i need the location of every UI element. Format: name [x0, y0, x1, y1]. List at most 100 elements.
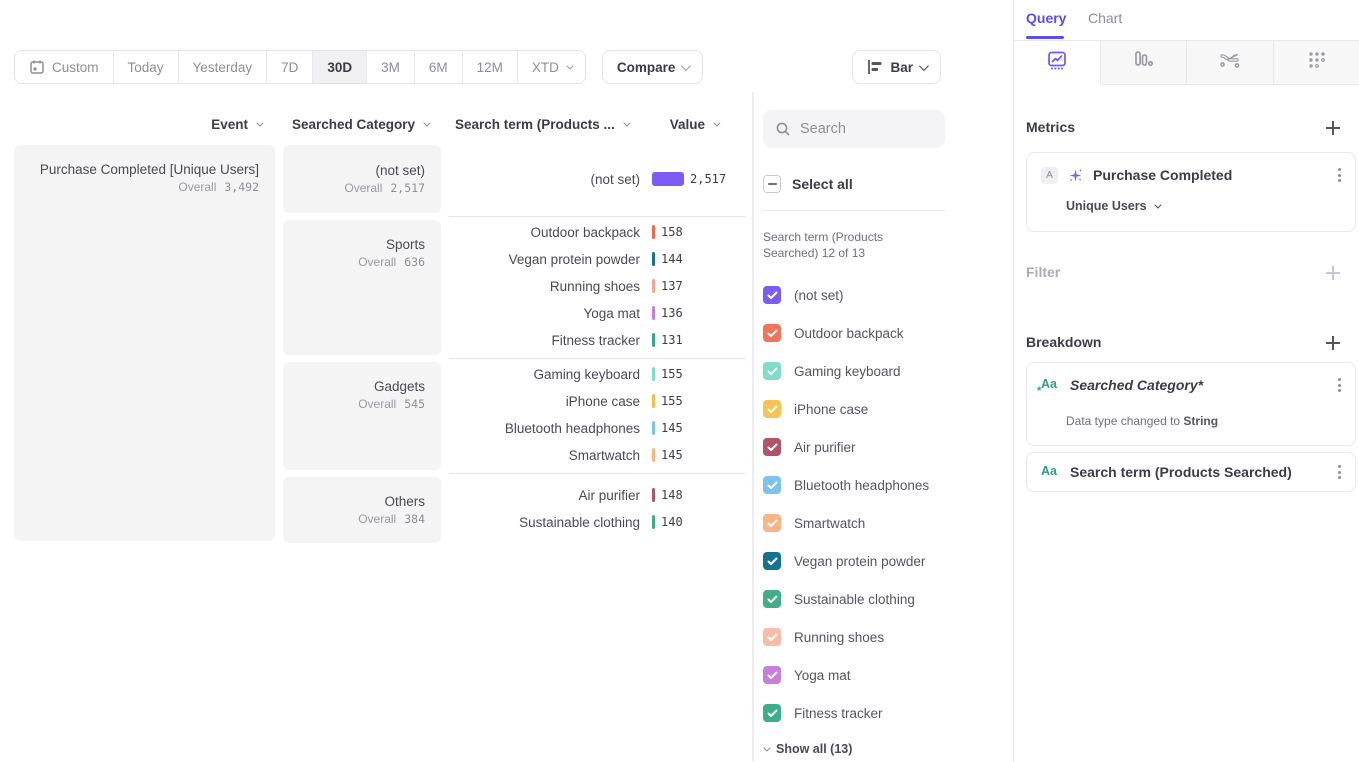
table-row[interactable]: (not set) 2,517: [449, 166, 745, 193]
legend-divider: [763, 210, 945, 211]
report-tab-flows[interactable]: [1187, 41, 1274, 85]
add-metric-button[interactable]: [1325, 120, 1341, 136]
date-range-today[interactable]: Today: [114, 51, 179, 83]
metric-measure-dropdown[interactable]: Unique Users: [1066, 199, 1159, 213]
report-tab-retention[interactable]: [1274, 41, 1359, 85]
kebab-menu-icon[interactable]: [1336, 463, 1343, 481]
search-input[interactable]: Search: [763, 110, 945, 148]
table-row[interactable]: Gaming keyboard 155: [449, 361, 745, 388]
tab-chart[interactable]: Chart: [1088, 10, 1122, 26]
select-all-checkbox[interactable]: Select all: [763, 175, 1005, 193]
category-card[interactable]: Sports Overall636: [283, 220, 441, 355]
value-text: 136: [661, 306, 683, 320]
column-header-term[interactable]: Search term (Products ...: [455, 117, 628, 132]
legend-item-checkbox[interactable]: Outdoor backpack: [763, 314, 1005, 352]
retention-icon: [1305, 48, 1329, 77]
value-bar: [652, 306, 655, 320]
report-tab-insights[interactable]: [1014, 41, 1101, 85]
value-bar: [652, 515, 655, 529]
report-type-tabs: [1014, 41, 1359, 85]
breakdown-name: Searched Category*: [1070, 377, 1327, 393]
value-text: 158: [661, 225, 683, 239]
column-header-value[interactable]: Value: [640, 117, 718, 132]
date-range-yesterday[interactable]: Yesterday: [179, 51, 268, 83]
value-bar: [652, 394, 655, 408]
category-card[interactable]: Gadgets Overall545: [283, 362, 441, 470]
legend-item-checkbox[interactable]: Sustainable clothing: [763, 580, 1005, 618]
table-row[interactable]: Outdoor backpack 158: [449, 219, 745, 246]
report-tab-funnels[interactable]: [1101, 41, 1188, 85]
legend-item-checkbox[interactable]: Bluetooth headphones: [763, 466, 1005, 504]
tab-query[interactable]: Query: [1026, 10, 1066, 26]
date-range-30d[interactable]: 30D: [313, 51, 367, 83]
value-text: 148: [661, 488, 683, 502]
legend-item-checkbox[interactable]: Air purifier: [763, 428, 1005, 466]
kebab-menu-icon[interactable]: [1336, 166, 1343, 184]
event-card[interactable]: Purchase Completed [Unique Users] Overal…: [14, 145, 275, 541]
checkbox-icon: [763, 362, 781, 380]
breakdown-card[interactable]: Aa Search term (Products Searched): [1026, 452, 1356, 492]
table-row[interactable]: iPhone case 155: [449, 388, 745, 415]
category-card[interactable]: Others Overall384: [283, 477, 441, 543]
chevron-down-icon: [919, 61, 929, 71]
metrics-heading: Metrics: [1026, 119, 1075, 135]
date-range-7d[interactable]: 7D: [267, 51, 313, 83]
legend-item-checkbox[interactable]: Smartwatch: [763, 504, 1005, 542]
compare-button[interactable]: Compare: [602, 50, 704, 84]
table-row[interactable]: Running shoes 137: [449, 273, 745, 300]
column-header-category[interactable]: Searched Category: [283, 117, 428, 132]
breakdown-card[interactable]: Aa* Searched Category* Data type changed…: [1026, 362, 1356, 446]
add-breakdown-button[interactable]: [1325, 335, 1341, 351]
table-row[interactable]: Fitness tracker 131: [449, 327, 745, 354]
value-bar: [652, 367, 655, 381]
chart-type-button[interactable]: Bar: [852, 50, 941, 84]
report-canvas: CustomTodayYesterday7D30D3M6M12MXTD Comp…: [0, 0, 1013, 762]
category-card[interactable]: (not set) Overall2,517: [283, 145, 441, 213]
add-filter-button[interactable]: [1325, 265, 1341, 281]
show-all-button[interactable]: Show all (13): [763, 742, 1005, 756]
legend-item-checkbox[interactable]: Running shoes: [763, 618, 1005, 656]
event-overall: Overall3,492: [30, 180, 259, 194]
kebab-menu-icon[interactable]: [1336, 376, 1343, 394]
search-placeholder: Search: [800, 121, 846, 137]
legend-item-checkbox[interactable]: (not set): [763, 276, 1005, 314]
chevron-down-icon: [256, 120, 263, 127]
table-row[interactable]: Vegan protein powder 144: [449, 246, 745, 273]
date-range-xtd[interactable]: XTD: [518, 51, 585, 83]
legend-item-checkbox[interactable]: Vegan protein powder: [763, 542, 1005, 580]
column-header-event[interactable]: Event: [14, 117, 261, 132]
checkbox-icon: [763, 476, 781, 494]
table-row[interactable]: Sustainable clothing 140: [449, 509, 745, 536]
legend-item-checkbox[interactable]: Fitness tracker: [763, 694, 1005, 732]
legend-panel: Search Select all Search term (Products …: [763, 110, 1005, 756]
date-range-6m[interactable]: 6M: [415, 51, 463, 83]
date-range-custom[interactable]: Custom: [15, 51, 114, 83]
chart-type-label: Bar: [890, 60, 913, 75]
date-range-12m[interactable]: 12M: [463, 51, 518, 83]
event-sparkle-icon: [1067, 167, 1084, 184]
date-range-3m[interactable]: 3M: [367, 51, 415, 83]
insights-icon: [1045, 48, 1069, 77]
checkbox-icon: [763, 552, 781, 570]
value-bar: [652, 448, 655, 462]
legend-item-checkbox[interactable]: Yoga mat: [763, 656, 1005, 694]
chevron-down-icon: [681, 61, 691, 71]
table-row[interactable]: Yoga mat 136: [449, 300, 745, 327]
panel-divider: [752, 92, 754, 762]
table-row[interactable]: Bluetooth headphones 145: [449, 415, 745, 442]
search-icon: [775, 121, 791, 137]
checkbox-icon: [763, 400, 781, 418]
legend-item-checkbox[interactable]: Gaming keyboard: [763, 352, 1005, 390]
value-bar: [652, 279, 655, 293]
term-rows-group: Air purifier 148Sustainable clothing 140: [449, 473, 745, 543]
table-row[interactable]: Air purifier 148: [449, 482, 745, 509]
value-text: 155: [661, 394, 683, 408]
checkbox-icon: [763, 324, 781, 342]
term-rows-group: Outdoor backpack 158Vegan protein powder…: [449, 216, 745, 355]
checkbox-icon: [763, 438, 781, 456]
legend-list: (not set) Outdoor backpack Gaming keyboa…: [763, 276, 1005, 732]
table-row[interactable]: Smartwatch 145: [449, 442, 745, 469]
metric-card[interactable]: A Purchase Completed Unique Users: [1026, 152, 1356, 232]
legend-item-checkbox[interactable]: iPhone case: [763, 390, 1005, 428]
flows-icon: [1217, 48, 1243, 77]
